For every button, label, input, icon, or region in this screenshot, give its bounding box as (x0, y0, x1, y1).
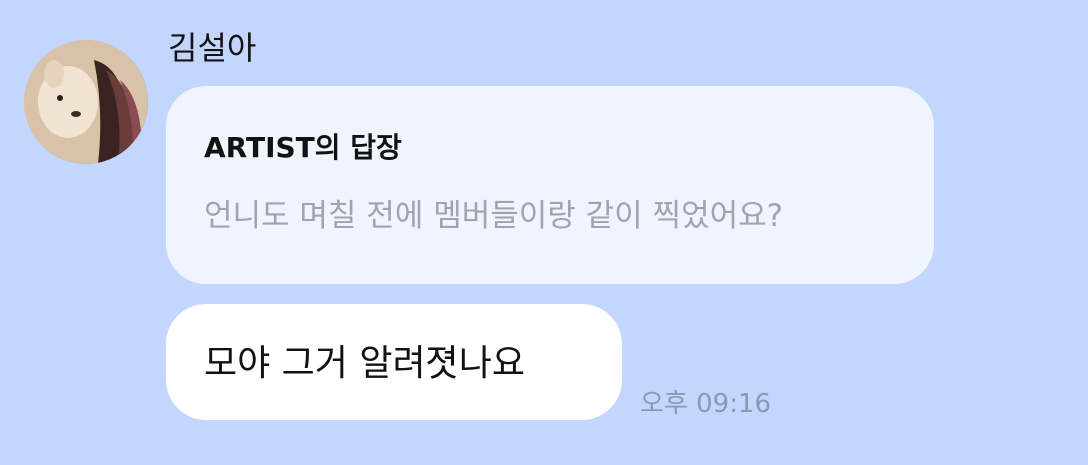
reply-quoted-text: 언니도 며칠 전에 멤버들이랑 같이 찍었어요? (204, 198, 784, 234)
message-text: 모야 그거 알려졋나요 (204, 343, 525, 384)
avatar[interactable] (24, 40, 148, 164)
profile-photo-icon (24, 40, 148, 164)
message-bubble[interactable]: 모야 그거 알려졋나요 (166, 304, 622, 420)
sender-name: 김설아 (168, 29, 257, 67)
reply-title: ARTIST의 답장 (204, 131, 402, 164)
message-timestamp: 오후 09:16 (640, 389, 772, 419)
reply-bubble[interactable]: ARTIST의 답장 언니도 며칠 전에 멤버들이랑 같이 찍었어요? (166, 86, 934, 284)
